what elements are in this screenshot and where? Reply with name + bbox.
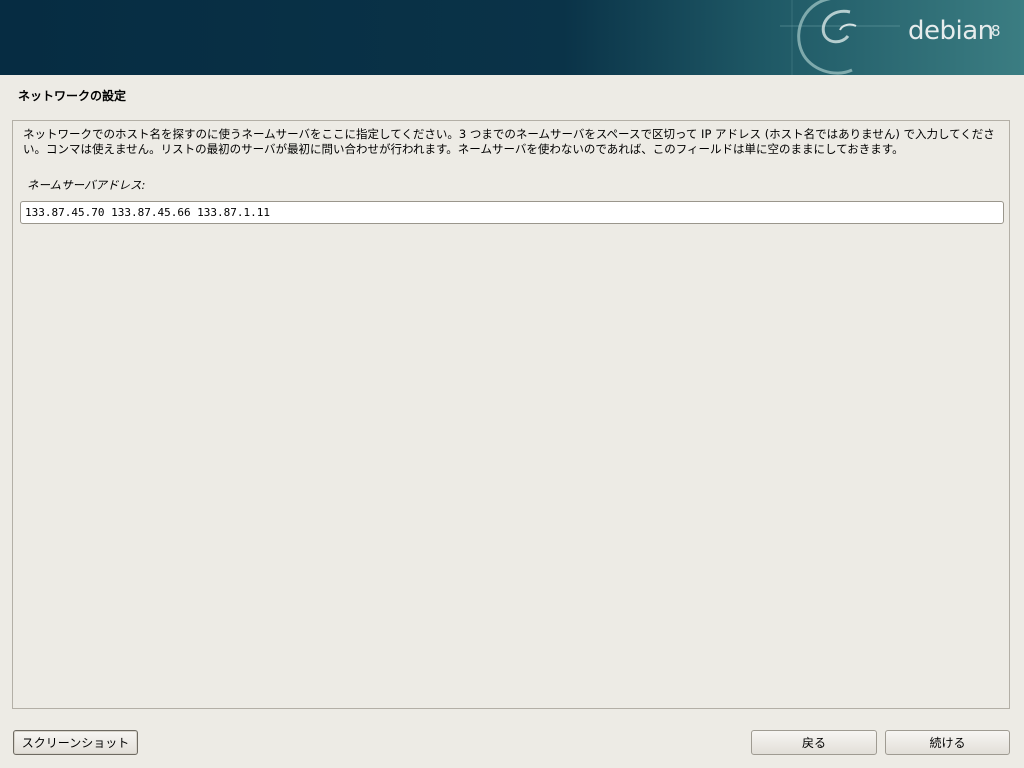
debian-swirl-icon	[780, 0, 900, 75]
content-panel: ネットワークでのホスト名を探すのに使うネームサーバをここに指定してください。3 …	[12, 120, 1010, 709]
page-title: ネットワークの設定	[18, 89, 127, 103]
debian-version: 8	[991, 22, 1001, 40]
continue-button[interactable]: 続ける	[885, 730, 1010, 755]
nameserver-input[interactable]	[20, 201, 1004, 224]
nameserver-field-label: ネームサーバアドレス:	[27, 178, 146, 192]
debian-logo-text: debian	[908, 16, 994, 46]
screenshot-button[interactable]: スクリーンショット	[13, 730, 138, 755]
description-text: ネットワークでのホスト名を探すのに使うネームサーバをここに指定してください。3 …	[23, 127, 995, 156]
installer-banner: debian 8	[0, 0, 1024, 75]
back-button[interactable]: 戻る	[751, 730, 877, 755]
